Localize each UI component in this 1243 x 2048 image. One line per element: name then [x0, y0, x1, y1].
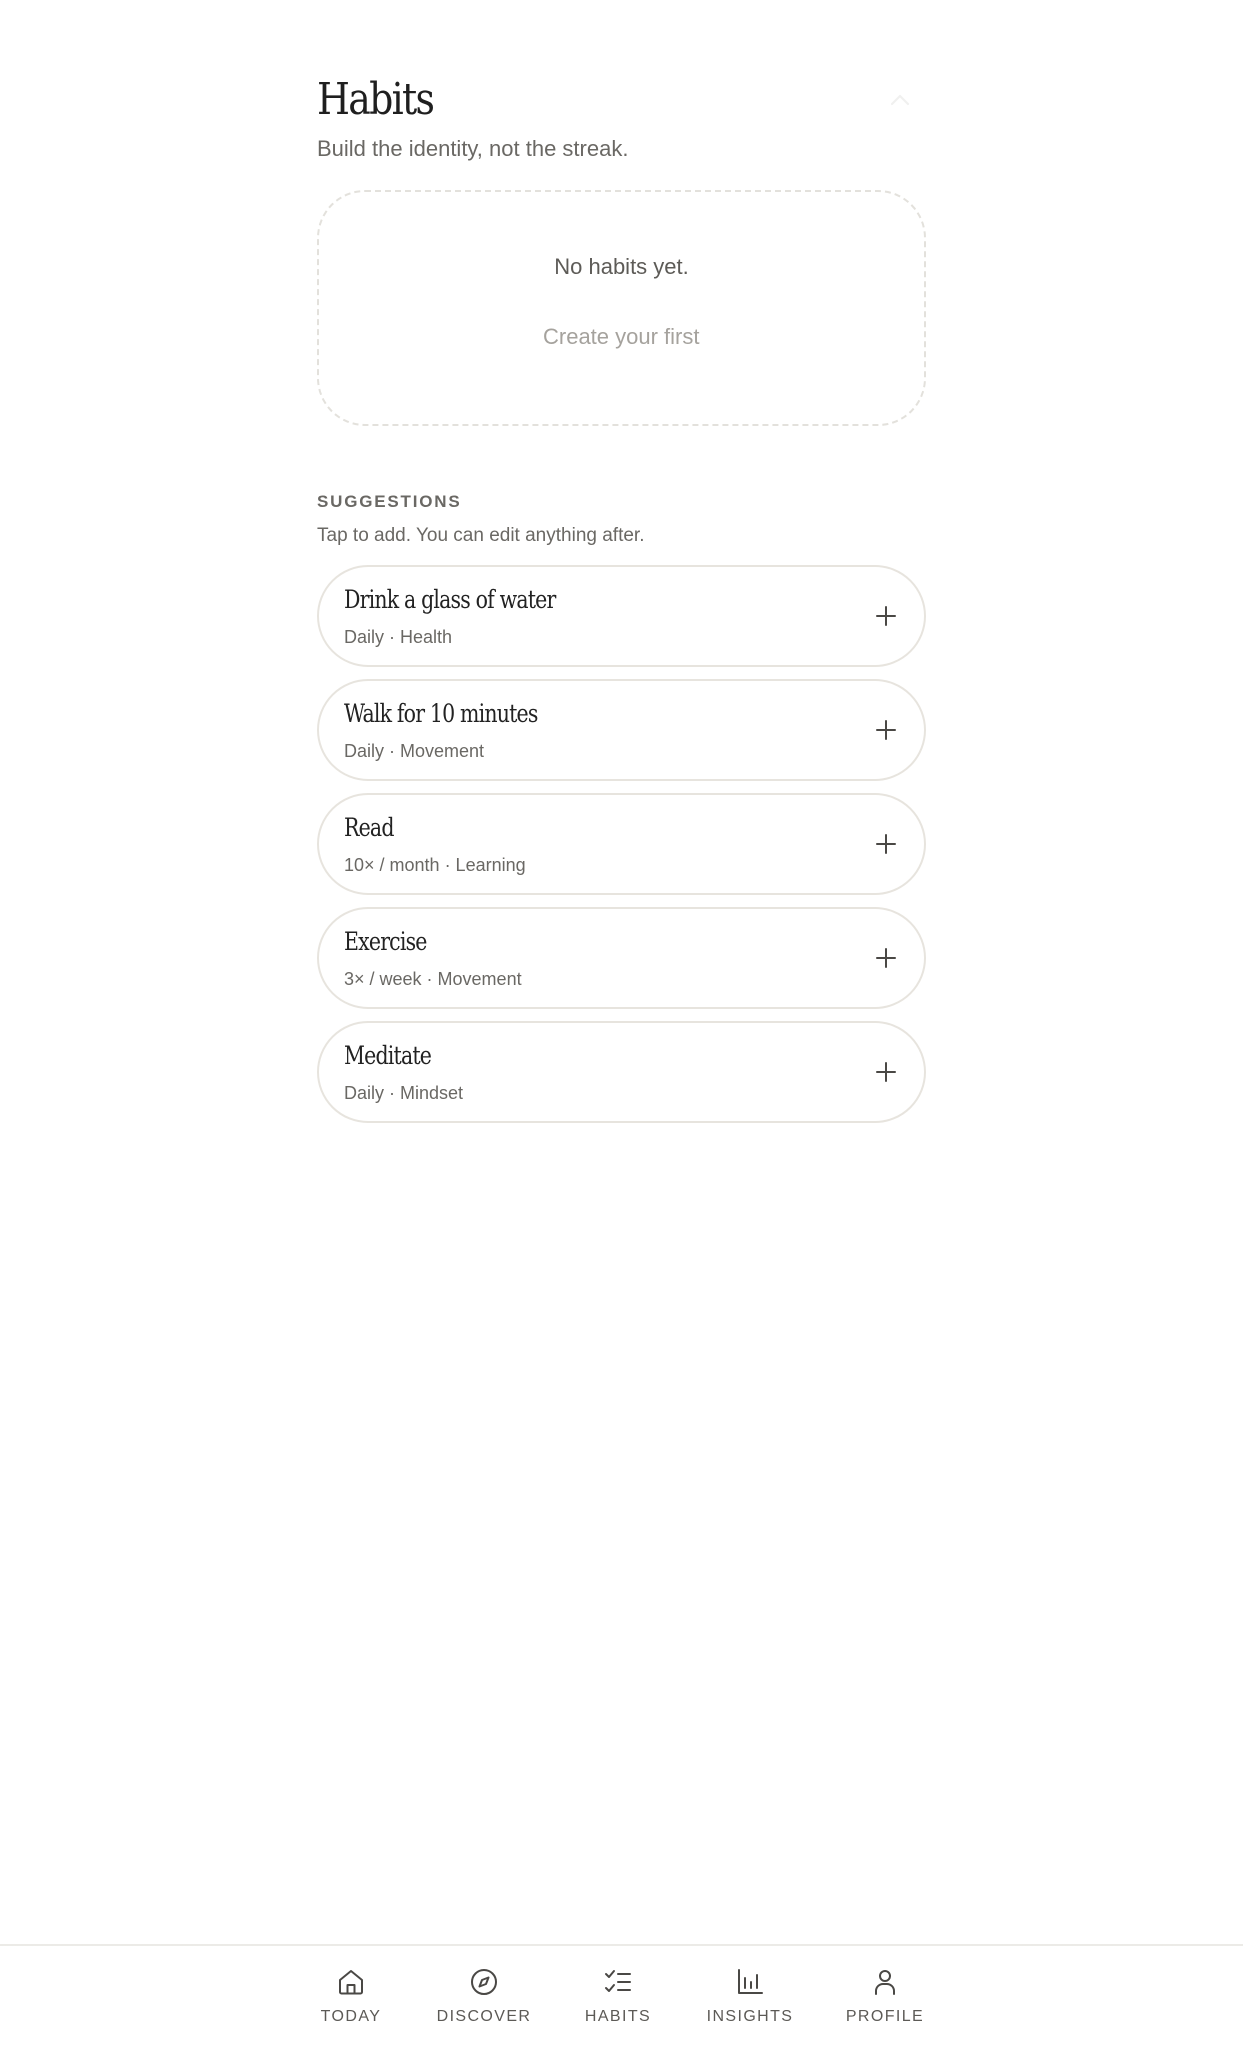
- checklist-icon: [605, 1970, 631, 1992]
- create-first-habit-button[interactable]: Create your first: [543, 324, 700, 350]
- suggestions-heading: SUGGESTIONS: [317, 492, 462, 511]
- suggestion-title: Meditate: [344, 1041, 432, 1070]
- nav-item-profile[interactable]: PROFILE: [825, 1966, 945, 2026]
- nav-label: PROFILE: [845, 2008, 925, 2025]
- plus-icon[interactable]: [873, 945, 899, 971]
- suggestion-meta: Daily · Mindset: [344, 1083, 464, 1103]
- empty-state-card: No habits yet. Create your first: [317, 190, 926, 426]
- suggestions-help-text: Tap to add. You can edit anything after.: [317, 525, 645, 546]
- suggestion-card-drink-water[interactable]: Drink a glass of water Daily · Health: [317, 565, 926, 667]
- suggestion-meta: 3× / week · Movement: [344, 969, 522, 989]
- nav-item-habits[interactable]: HABITS: [558, 1966, 678, 2026]
- chevron-up-icon[interactable]: [888, 92, 912, 108]
- suggestion-card-read[interactable]: Read 10× / month · Learning: [317, 793, 926, 895]
- plus-icon[interactable]: [873, 717, 899, 743]
- nav-item-discover[interactable]: DISCOVER: [424, 1966, 544, 2026]
- page-subtitle: Build the identity, not the streak.: [317, 136, 629, 161]
- page-title: Habits: [317, 74, 435, 125]
- suggestion-meta: Daily · Movement: [344, 741, 485, 761]
- nav-item-today[interactable]: TODAY: [291, 1966, 411, 2026]
- nav-label: HABITS: [584, 2008, 652, 2025]
- nav-label: INSIGHTS: [706, 2008, 794, 2025]
- suggestion-meta: 10× / month · Learning: [344, 855, 526, 875]
- page-header: Habits Build the identity, not the strea…: [317, 72, 926, 164]
- home-icon: [339, 1970, 363, 1995]
- bar-chart-icon: [738, 1969, 763, 1994]
- suggestion-title: Read: [344, 813, 394, 842]
- suggestion-title: Exercise: [344, 927, 427, 956]
- person-icon: [875, 1970, 895, 1995]
- suggestion-title: Drink a glass of water: [344, 585, 556, 614]
- nav-label: TODAY: [320, 2008, 382, 2025]
- plus-icon[interactable]: [873, 831, 899, 857]
- plus-icon[interactable]: [873, 603, 899, 629]
- habits-page: Habits Build the identity, not the strea…: [317, 0, 926, 1135]
- empty-state-message: No habits yet.: [554, 254, 689, 279]
- suggestion-meta: Daily · Health: [344, 627, 453, 647]
- nav-label: DISCOVER: [436, 2008, 532, 2025]
- bottom-nav: TODAY DISCOVER HABITS INSIGHTS PROFILE: [0, 1944, 1243, 2048]
- suggestion-card-meditate[interactable]: Meditate Daily · Mindset: [317, 1021, 926, 1123]
- suggestion-card-walk[interactable]: Walk for 10 minutes Daily · Movement: [317, 679, 926, 781]
- nav-item-insights[interactable]: INSIGHTS: [690, 1966, 810, 2026]
- compass-icon: [471, 1969, 497, 1995]
- suggestion-list: Drink a glass of water Daily · Health Wa…: [317, 565, 926, 1123]
- plus-icon[interactable]: [873, 1059, 899, 1085]
- suggestion-title: Walk for 10 minutes: [344, 699, 538, 728]
- suggestion-card-exercise[interactable]: Exercise 3× / week · Movement: [317, 907, 926, 1009]
